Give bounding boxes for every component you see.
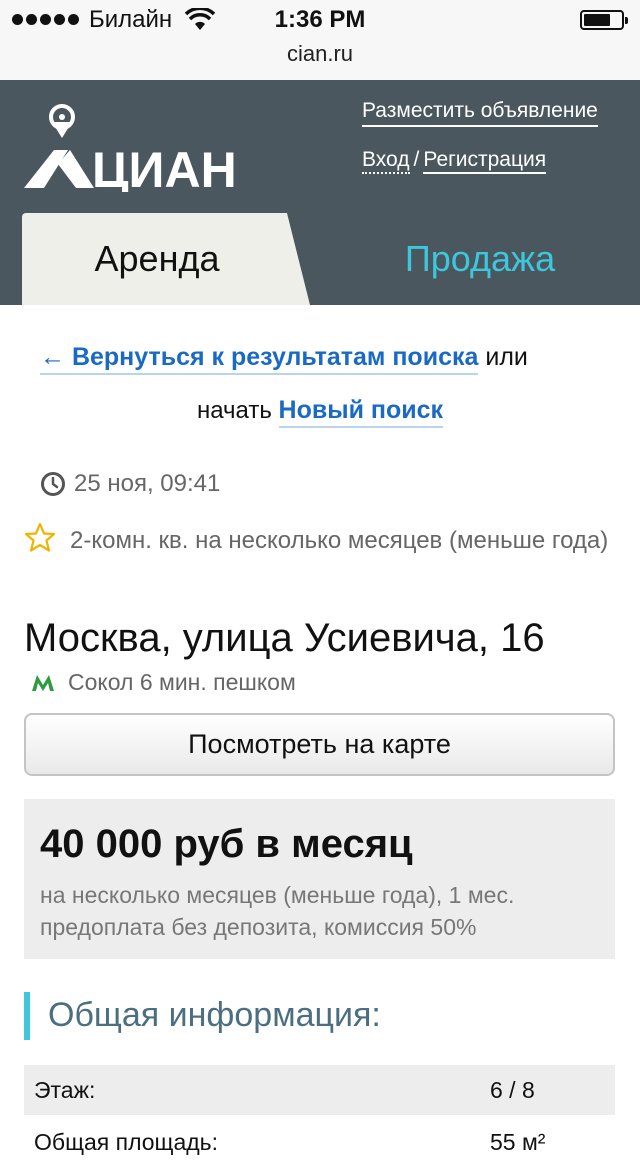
register-link[interactable]: Регистрация (423, 148, 547, 174)
price: 40 000 руб в месяц (40, 822, 413, 866)
row-value: 6 / 8 (490, 1077, 535, 1103)
general-info-title: Общая информация: (24, 992, 381, 1040)
site-header: ЦИАН Разместить объявление Вход / Регистра… (0, 80, 640, 305)
listing-date-text: 25 ноя, 09:41 (74, 470, 221, 497)
auth-links: Вход / Регистрация (362, 147, 547, 174)
listing-type-text: 2-комн. кв. на несколько месяцев (меньше… (70, 527, 609, 554)
table-row: Общая площадь: 55 м² (24, 1115, 615, 1167)
clock: 1:36 PM (274, 6, 366, 33)
price-box: 40 000 руб в месяц на несколько месяцев … (24, 799, 615, 959)
cian-logo[interactable]: ЦИАН (24, 102, 254, 192)
new-search-line: начать Новый поиск (0, 393, 640, 428)
login-link[interactable]: Вход (362, 148, 410, 174)
row-value: 55 м² (490, 1129, 546, 1155)
address-bar-domain: cian.ru (286, 41, 354, 66)
row-label: Общая площадь: (34, 1129, 219, 1155)
row-label: Этаж: (34, 1077, 96, 1103)
start-text: начать (196, 397, 272, 424)
logo-text: ЦИАН (92, 142, 237, 192)
auth-separator: / (413, 148, 420, 171)
tab-sale[interactable]: Продажа (330, 213, 630, 305)
listing-type: 2-комн. кв. на несколько месяцев (меньше… (24, 521, 614, 560)
status-bar: Билайн 1:36 PM (0, 0, 640, 40)
post-ad-link[interactable]: Разместить объявление (362, 98, 598, 127)
price-details: на несколько месяцев (меньше года), 1 ме… (40, 882, 515, 940)
address-bar[interactable]: cian.ru (0, 40, 640, 80)
metro-info: Сокол 6 мин. пешком (32, 669, 296, 696)
general-info-table: Этаж: 6 / 8 Общая площадь: 55 м² (24, 1063, 615, 1167)
location-pin-icon (24, 104, 94, 188)
listing-address: Москва, улица Усиевича, 16 (24, 616, 545, 660)
battery-icon (580, 10, 628, 30)
metro-text: Сокол 6 мин. пешком (68, 669, 296, 695)
clock-icon (41, 472, 65, 496)
favorite-star-icon[interactable] (24, 522, 56, 552)
view-on-map-button[interactable]: Посмотреть на карте (24, 713, 615, 776)
table-row: Этаж: 6 / 8 (24, 1063, 615, 1115)
back-to-results-line: ← Вернуться к результатам поиска или (40, 340, 528, 375)
or-text: или (485, 343, 528, 371)
listing-date: 25 ноя, 09:41 (40, 470, 220, 498)
new-search-link[interactable]: Новый поиск (278, 396, 444, 428)
metro-icon (32, 674, 54, 691)
tab-rent[interactable]: Аренда (22, 213, 292, 305)
back-to-results-link[interactable]: ← Вернуться к результатам поиска (40, 343, 479, 375)
